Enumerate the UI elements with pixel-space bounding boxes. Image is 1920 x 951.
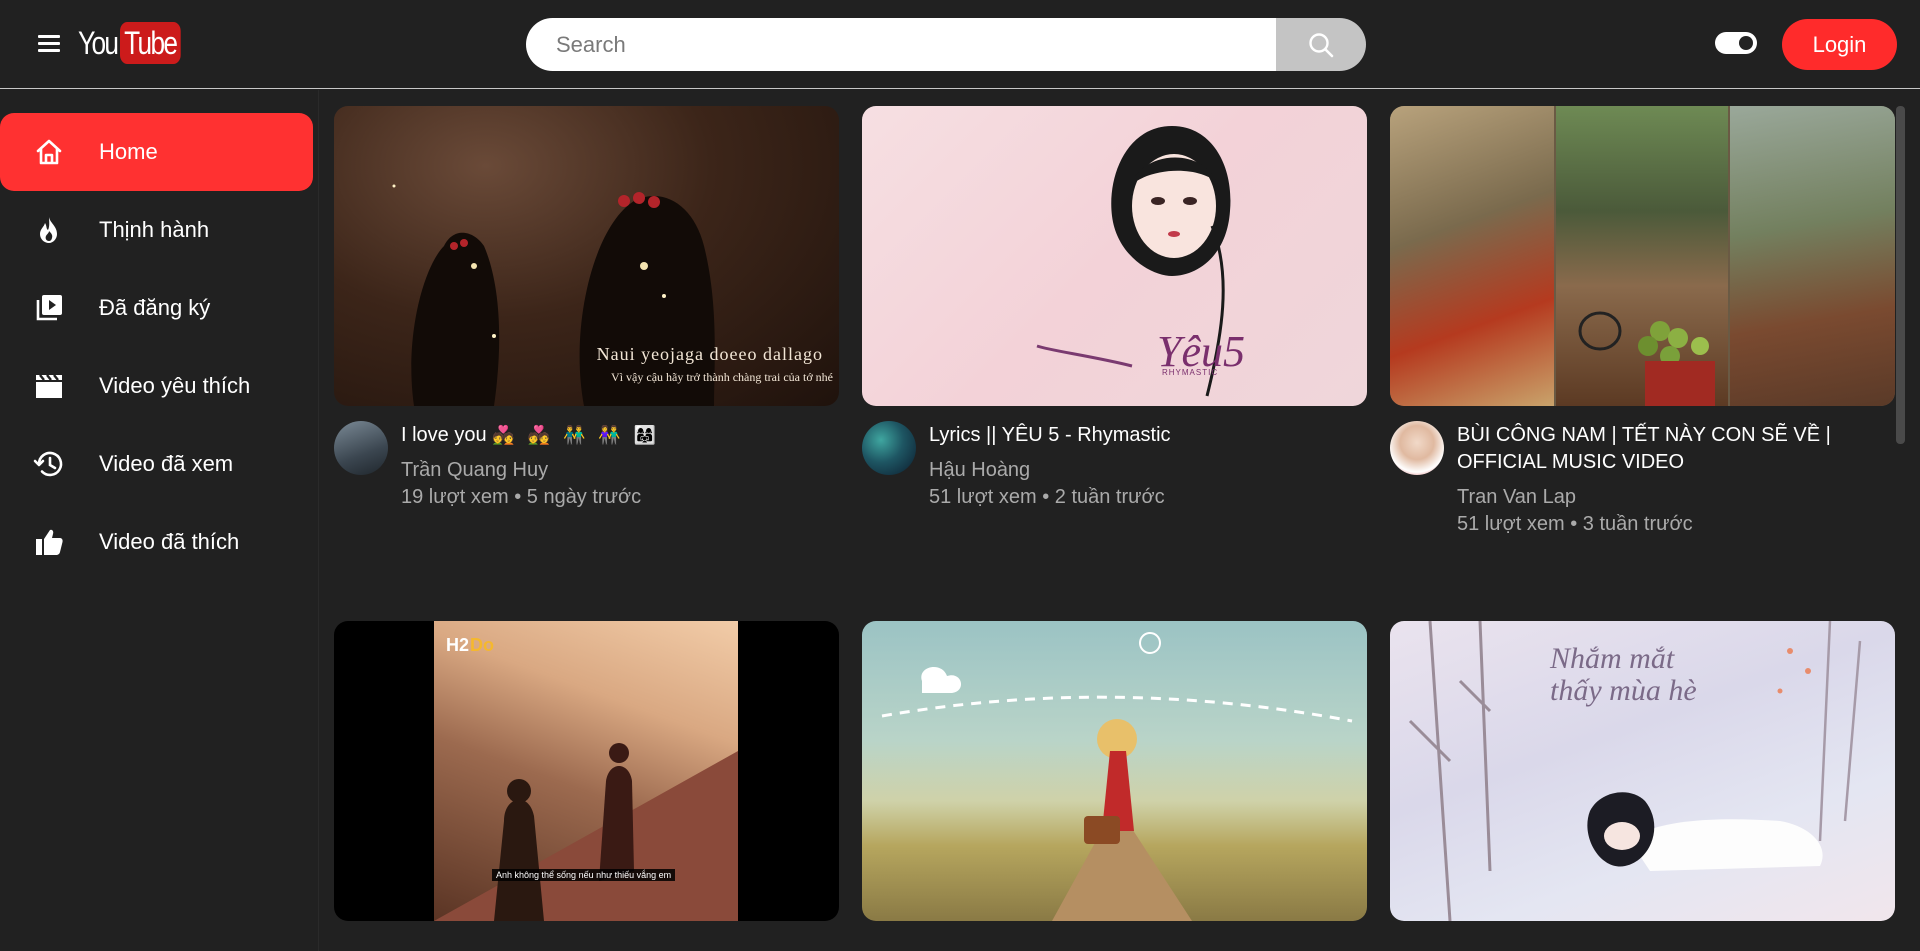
thumbnail-subcaption: RHYMASTIC — [1162, 368, 1219, 377]
traveler-illustration — [881, 632, 1353, 921]
sidebar-item-label: Video đã thích — [99, 529, 240, 554]
toggle-knob — [1739, 36, 1753, 50]
channel-avatar[interactable] — [334, 421, 388, 475]
logo-you-text: You — [78, 24, 119, 61]
sidebar-item-home[interactable]: Home — [0, 113, 313, 191]
search-icon — [1309, 32, 1334, 57]
svg-text:Do: Do — [470, 635, 494, 655]
search-input[interactable] — [526, 18, 1276, 71]
flame-icon — [33, 214, 65, 246]
thumbnail-caption: Nhắm mắt thấy mùa hè — [1550, 642, 1697, 707]
logo-tube-text: Tube — [120, 22, 181, 64]
youtube-logo[interactable]: You Tube — [78, 22, 194, 64]
channel-name[interactable]: Tran Van Lap — [1457, 486, 1576, 509]
channel-name[interactable]: Trần Quang Huy — [401, 459, 548, 482]
market-scene — [1578, 311, 1715, 406]
video-meta: 19 lượt xem • 5 ngày trước — [401, 486, 642, 508]
dark-mode-toggle[interactable] — [1715, 32, 1757, 54]
sidebar-item-label: Thịnh hành — [99, 217, 210, 242]
history-icon — [33, 448, 65, 480]
search-button[interactable] — [1276, 18, 1366, 71]
scrollbar-thumb[interactable] — [1896, 106, 1905, 444]
video-thumbnail[interactable]: Naui yeojaga doeeo dallago Vì vậy cậu hã… — [334, 106, 839, 406]
home-icon — [33, 136, 65, 168]
sidebar-item-liked-videos[interactable]: Video đã thích — [0, 503, 313, 581]
thumbnail-subcaption: Vì vậy cậu hãy trở thành chàng trai của … — [611, 370, 833, 384]
video-meta: 51 lượt xem • 2 tuần trước — [929, 486, 1165, 508]
sidebar-divider — [318, 90, 319, 951]
channel-avatar[interactable] — [1390, 421, 1444, 475]
video-thumbnail[interactable]: Nhắm mắt thấy mùa hè — [1390, 621, 1895, 921]
sidebar-item-subscriptions[interactable]: Đã đăng ký — [0, 269, 313, 347]
sidebar-item-label: Đã đăng ký — [99, 295, 211, 320]
top-header: You Tube Login — [0, 0, 1920, 89]
thumb-frame: H2 Do Anh không thể sống nếu như thiếu v… — [434, 621, 738, 921]
video-meta: 51 lượt xem • 3 tuần trước — [1457, 513, 1693, 535]
clapperboard-icon — [33, 370, 65, 402]
video-title[interactable]: BÙI CÔNG NAM | TẾT NÀY CON SẼ VỀ | OFFIC… — [1457, 422, 1887, 476]
video-thumbnail[interactable]: Yêu5 RHYMASTIC — [862, 106, 1367, 406]
channel-avatar[interactable] — [862, 421, 916, 475]
sidebar-item-favorite-videos[interactable]: Video yêu thích — [0, 347, 313, 425]
search-bar — [526, 18, 1366, 71]
sidebar-item-label: Video yêu thích — [99, 373, 251, 398]
video-thumbnail[interactable]: H2 Do Anh không thể sống nếu như thiếu v… — [334, 621, 839, 921]
thumbnail-caption: Naui yeojaga doeeo dallago — [596, 344, 823, 364]
video-thumbnail[interactable] — [1390, 106, 1895, 406]
hamburger-menu-icon[interactable] — [36, 33, 62, 55]
channel-name[interactable]: Hậu Hoàng — [929, 459, 1030, 482]
video-title-text: I love you — [401, 424, 487, 446]
thumbnail-subtitle: Anh không thể sống nếu như thiếu vắng em — [492, 869, 676, 881]
sidebar-item-label: Video đã xem — [99, 451, 234, 476]
svg-text:H2: H2 — [446, 635, 469, 655]
login-button[interactable]: Login — [1782, 19, 1897, 70]
sidebar: Home Thịnh hành Đã đăng ký Video yêu thí… — [0, 90, 318, 951]
thumbs-up-icon — [33, 526, 65, 558]
girl-illustration — [1036, 126, 1231, 397]
subscriptions-icon — [33, 292, 65, 324]
sidebar-item-trending[interactable]: Thịnh hành — [0, 191, 313, 269]
video-thumbnail[interactable] — [862, 621, 1367, 921]
title-emojis: 💑 💑 👬 👫 👩‍👩‍👧 — [492, 425, 661, 445]
sidebar-item-watch-history[interactable]: Video đã xem — [0, 425, 313, 503]
video-title[interactable]: I love you 💑 💑 👬 👫 👩‍👩‍👧 — [401, 422, 831, 449]
sidebar-item-label: Home — [99, 139, 158, 164]
video-title[interactable]: Lyrics || YÊU 5 - Rhymastic — [929, 422, 1359, 449]
